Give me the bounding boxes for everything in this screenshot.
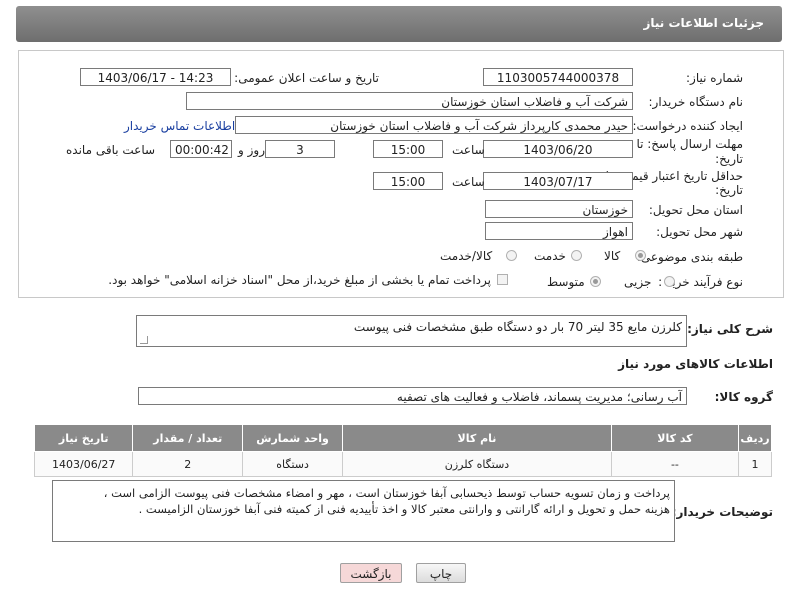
treasury-payment-checkbox[interactable] [497, 274, 508, 285]
item-group-field[interactable]: آب رسانی؛ مدیریت پسماند، فاضلاب و فعالیت… [138, 387, 687, 405]
page-title: جزئیات اطلاعات نیاز [643, 16, 764, 30]
need-number-label: شماره نیاز: [686, 71, 743, 85]
deadline-time-field[interactable]: 15:00 [373, 140, 443, 158]
col-unit: واحد شمارش [242, 424, 344, 452]
category-both-label: کالا/خدمت [440, 249, 493, 263]
category-service-label: خدمت [534, 249, 566, 263]
deadline-date-label: تاریخ: [715, 152, 743, 166]
announce-label: تاریخ و ساعت اعلان عمومی: [234, 71, 379, 85]
col-need-date: تاریخ نیاز [33, 424, 134, 452]
contact-buyer-link[interactable]: اطلاعات تماس خریدار [124, 119, 235, 133]
need-number-field[interactable]: 1103005744000378 [483, 68, 633, 86]
days-label: روز و [238, 143, 265, 157]
process-medium-radio[interactable] [590, 276, 601, 287]
col-item-name: نام کالا [342, 424, 612, 452]
category-goods-label: کالا [604, 249, 621, 263]
deadline-label: مهلت ارسال پاسخ: تا [636, 137, 743, 151]
buyer-notes-label: توضیحات خریدار: [671, 505, 773, 519]
items-table: تاریخ نیاز تعداد / مقدار واحد شمارش نام … [33, 424, 773, 477]
category-label: طبقه بندی موضوعی: [636, 250, 743, 264]
table-row[interactable]: 1403/06/27 2 دستگاه دستگاه کلرزن -- 1 [33, 451, 773, 477]
category-goods-radio[interactable] [635, 250, 646, 261]
cell-item-name: دستگاه کلرزن [342, 451, 612, 477]
days-field[interactable]: 3 [265, 140, 335, 158]
deadline-date-field[interactable]: 1403/06/20 [483, 140, 633, 158]
validity-date-label: تاریخ: [715, 183, 743, 197]
back-button[interactable]: بازگشت [340, 563, 402, 583]
col-item-code: کد کالا [610, 424, 739, 452]
buyer-org-field[interactable]: شرکت آب و فاضلاب استان خوزستان [186, 92, 633, 110]
validity-time-field[interactable]: 15:00 [373, 172, 443, 190]
description-text: کلرزن مایع 35 لیتر 70 بار دو دستگاه طبق … [353, 320, 682, 334]
item-group-label: گروه کالا: [714, 390, 773, 404]
deadline-time-label: ساعت [452, 143, 485, 157]
process-medium-label: متوسط [547, 275, 585, 289]
province-label: استان محل تحویل: [648, 203, 743, 217]
province-field[interactable]: خوزستان [485, 200, 633, 218]
cell-need-date: 1403/06/27 [33, 451, 134, 477]
remaining-time-field[interactable]: 00:00:42 [170, 140, 232, 158]
resize-grip-icon[interactable] [140, 336, 148, 344]
creator-field[interactable]: حیدر محمدی کارپرداز شرکت آب و فاضلاب است… [235, 116, 633, 134]
city-field[interactable]: اهواز [485, 222, 633, 240]
validity-time-label: ساعت [452, 175, 485, 189]
buyer-notes-textarea[interactable]: پرداخت و زمان تسویه حساب توسط ذیحسابی آب… [52, 480, 675, 542]
page-header: جزئیات اطلاعات نیاز [16, 6, 782, 42]
items-section-title: اطلاعات کالاهای مورد نیاز [618, 357, 773, 371]
remaining-label: ساعت باقی مانده [66, 143, 156, 157]
process-minor-radio[interactable] [664, 276, 675, 287]
cell-item-code: -- [610, 451, 739, 477]
city-label: شهر محل تحویل: [656, 225, 743, 239]
description-label: شرح کلی نیاز: [687, 322, 773, 336]
buyer-notes-line-1: پرداخت و زمان تسویه حساب توسط ذیحسابی آب… [103, 486, 670, 500]
treasury-payment-note: پرداخت تمام یا بخشی از مبلغ خرید،از محل … [108, 273, 491, 287]
buyer-org-label: نام دستگاه خریدار: [648, 95, 744, 109]
creator-label: ایجاد کننده درخواست: [632, 119, 743, 133]
col-quantity: تعداد / مقدار [132, 424, 244, 452]
cell-unit: دستگاه [242, 451, 344, 477]
category-both-radio[interactable] [506, 250, 517, 261]
category-service-radio[interactable] [571, 250, 582, 261]
description-textarea[interactable]: کلرزن مایع 35 لیتر 70 بار دو دستگاه طبق … [136, 315, 687, 347]
cell-row-number: 1 [737, 451, 773, 477]
print-button[interactable]: چاپ [416, 563, 466, 583]
validity-date-field[interactable]: 1403/07/17 [483, 172, 633, 190]
cell-quantity: 2 [132, 451, 244, 477]
announce-field[interactable]: 1403/06/17 - 14:23 [80, 68, 231, 86]
col-row: ردیف [737, 424, 773, 452]
process-minor-label: جزیی [624, 275, 652, 289]
buyer-notes-line-2: هزینه حمل و تحویل و ارائه گارانتی و وارا… [138, 502, 670, 516]
